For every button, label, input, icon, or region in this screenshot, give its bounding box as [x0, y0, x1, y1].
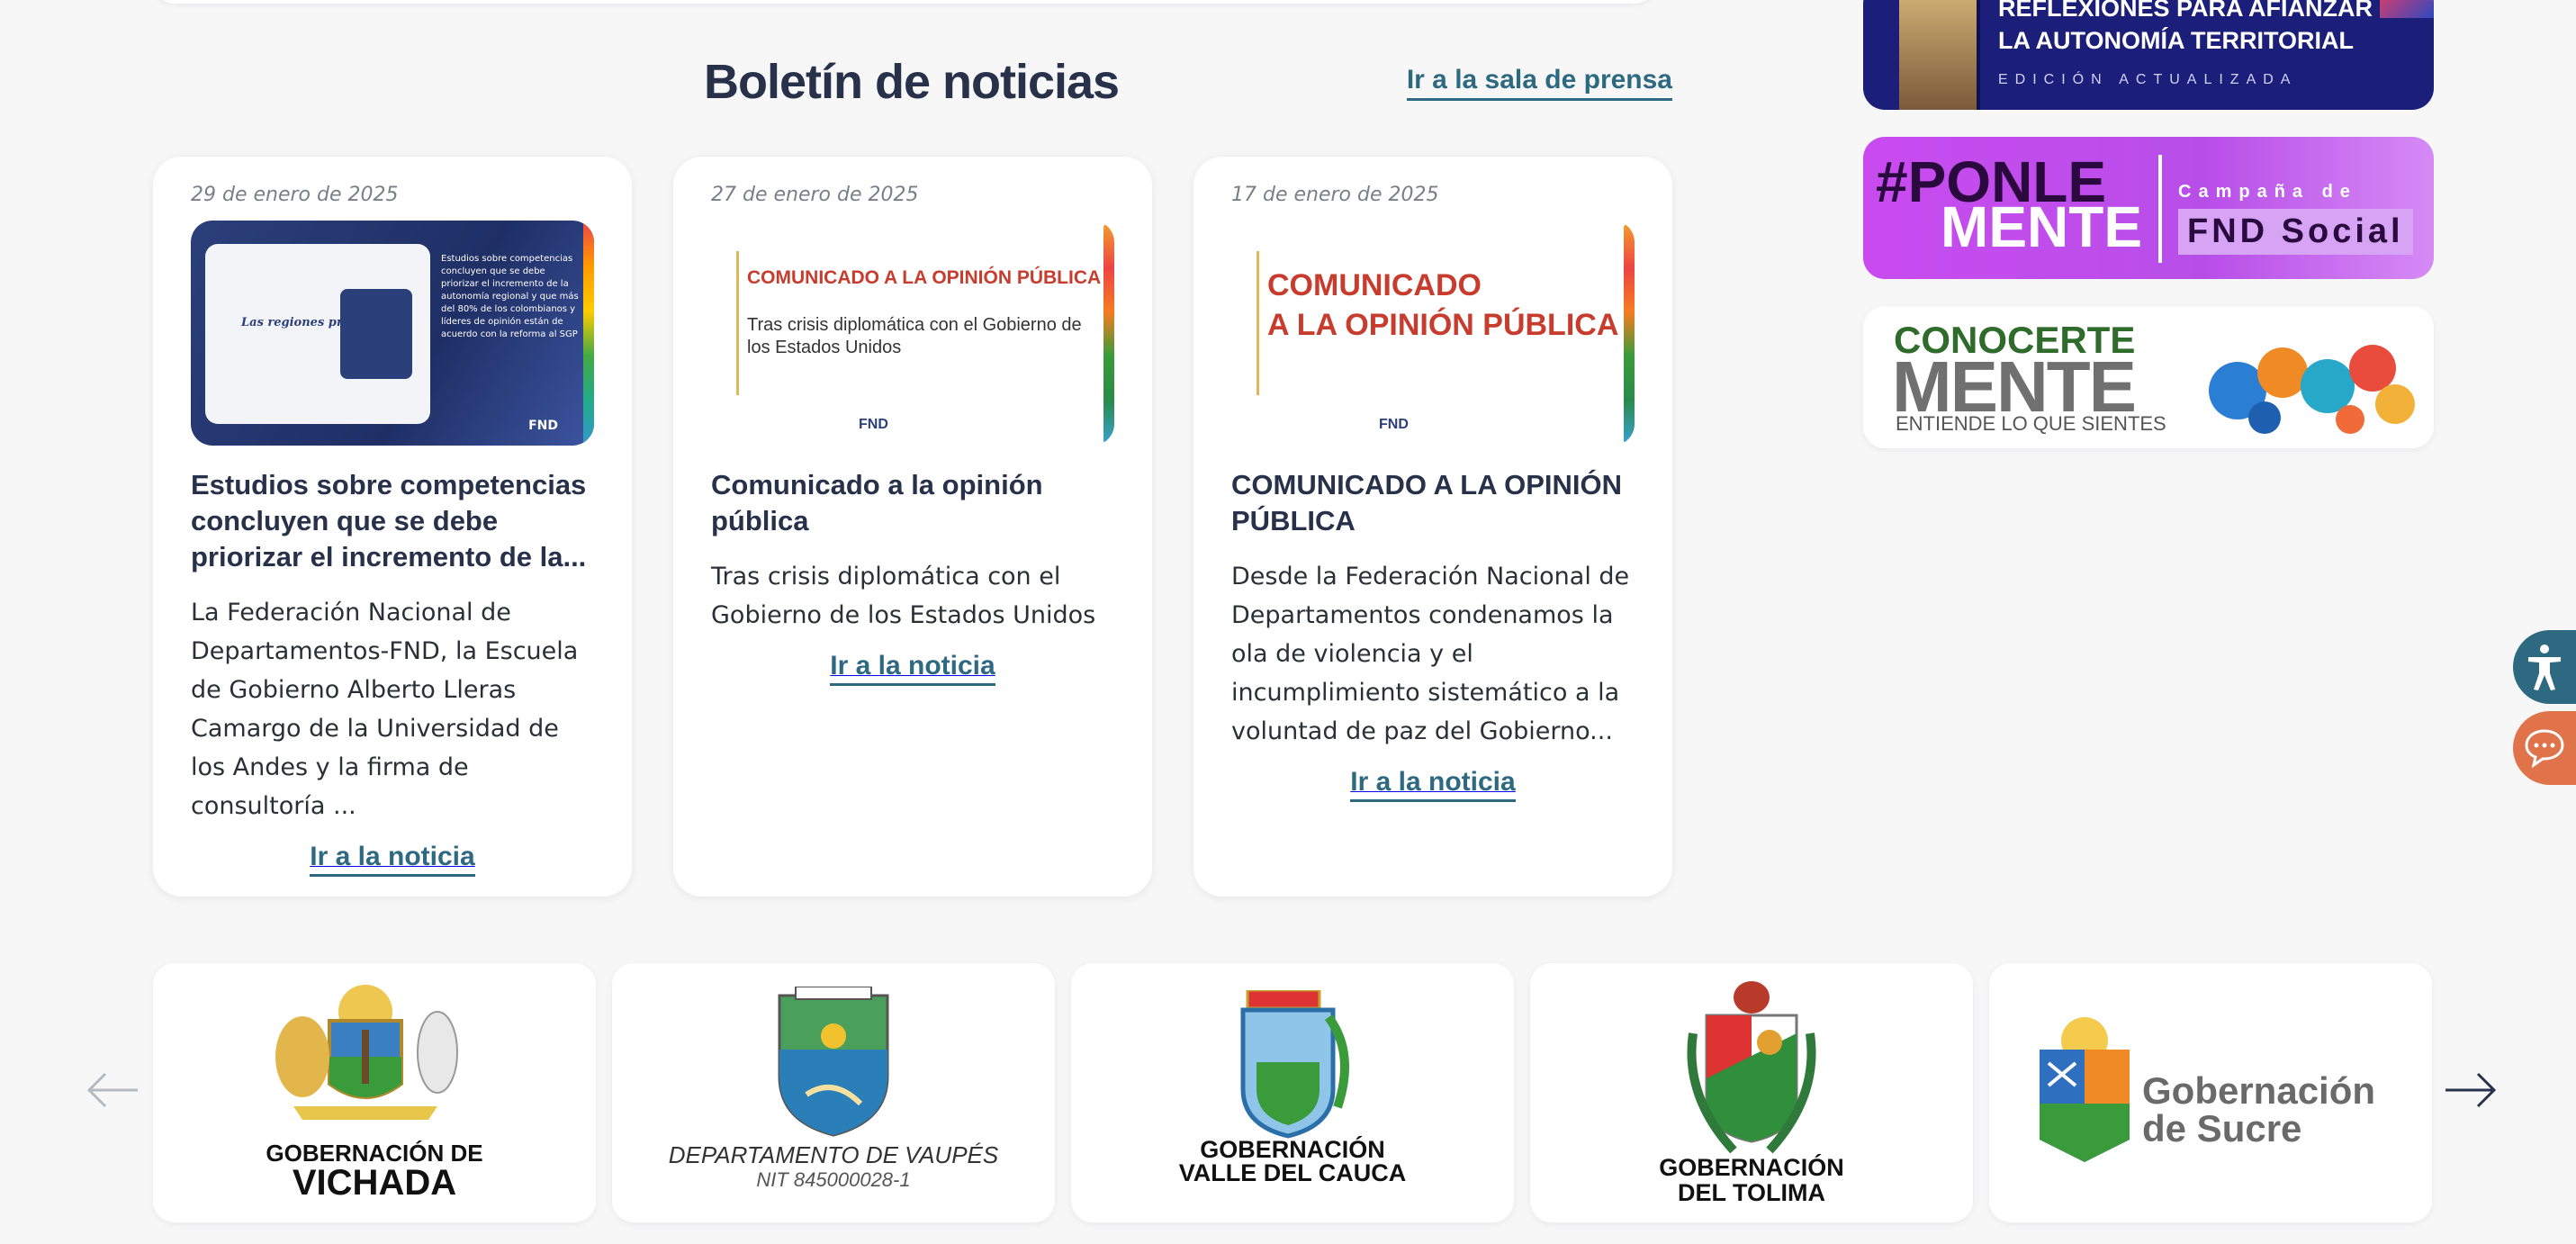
news-summary: Desde la Federación Nacional de Departam…: [1231, 563, 1630, 745]
news-section-title: Boletín de noticias: [704, 55, 1120, 109]
previous-section-card: [153, 0, 1656, 4]
news-image[interactable]: Las regiones proponen Estudios sobre com…: [191, 221, 594, 446]
logo-sucre[interactable]: Gobernación de Sucre: [1989, 963, 2432, 1222]
banner-ponle-mente[interactable]: #PONLE MENTE Campaña de FND Social: [1863, 137, 2434, 279]
government-logo-carousel: GOBERNACIÓN DE VICHADA DEPARTAMENTO DE V…: [0, 963, 2576, 1224]
news-card: 17 de enero de 2025 COMUNICADO A LA OPIN…: [1193, 157, 1672, 897]
news-summary: La Federación Nacional de Departamentos-…: [191, 599, 579, 820]
sucre-shield: [2040, 1017, 2130, 1162]
news-date: 27 de enero de 2025: [711, 184, 919, 206]
carousel-next-button[interactable]: [2439, 1059, 2502, 1122]
valle-del-cauca-shield: [1240, 990, 1349, 1139]
tablet-illustration: Las regiones proponen: [205, 244, 430, 424]
chat-bubble-icon: [2525, 729, 2564, 768]
people-illustration: [2209, 345, 2415, 434]
image-heading: COMUNICADO A LA OPINIÓN PÚBLICA: [747, 267, 1102, 288]
image-subtitle: Tras crisis diplomática con el Gobierno …: [747, 315, 1082, 357]
chat-button[interactable]: [2513, 711, 2576, 785]
vichada-coat-of-arms: [275, 985, 458, 1120]
read-news-link[interactable]: Ir a la noticia: [191, 842, 594, 877]
fnd-logo: FND: [859, 417, 888, 432]
logo-vichada[interactable]: GOBERNACIÓN DE VICHADA: [153, 963, 596, 1222]
news-title[interactable]: Comunicado a la opinión pública: [711, 467, 1114, 539]
news-header: Boletín de noticias Ir a la sala de pren…: [153, 54, 1672, 121]
tolima-coat-of-arms: [1687, 981, 1816, 1154]
press-room-link[interactable]: Ir a la sala de prensa: [1406, 65, 1672, 101]
news-summary: Tras crisis diplomática con el Gobierno …: [711, 563, 1096, 629]
banner-reflexiones[interactable]: REFLEXIONES PARA AFIANZAR LA AUTONOMÍA T…: [1863, 0, 2434, 110]
book-cover-image: [1899, 0, 1980, 110]
news-date: 17 de enero de 2025: [1231, 184, 1439, 206]
news-card: 27 de enero de 2025 COMUNICADO A LA OPIN…: [673, 157, 1152, 897]
logo-valle-del-cauca[interactable]: GOBERNACIÓN VALLE DEL CAUCA: [1071, 963, 1514, 1222]
news-title[interactable]: Estudios sobre competencias concluyen qu…: [191, 467, 594, 575]
image-heading-line1: COMUNICADO: [1267, 268, 1482, 302]
fnd-logo: FND: [528, 419, 558, 433]
image-caption: Estudios sobre competencias concluyen qu…: [441, 254, 579, 339]
read-news-link[interactable]: Ir a la noticia: [711, 651, 1114, 686]
vaupes-shield: [778, 987, 889, 1137]
fnd-logo: FND: [1379, 417, 1409, 432]
logo-tolima[interactable]: GOBERNACIÓN DEL TOLIMA: [1530, 963, 1973, 1222]
accessibility-button[interactable]: [2513, 630, 2576, 704]
arrow-right-icon: [2445, 1072, 2497, 1108]
banner-conocerte-mente[interactable]: CONOCERTE MENTE ENTIENDE LO QUE SIENTES: [1863, 306, 2434, 448]
news-image[interactable]: COMUNICADO A LA OPINIÓN PÚBLICA Tras cri…: [711, 221, 1114, 446]
carousel-prev-button[interactable]: [81, 1059, 144, 1122]
news-image[interactable]: COMUNICADO A LA OPINIÓN PÚBLICA FND: [1231, 221, 1635, 446]
read-news-link[interactable]: Ir a la noticia: [1231, 767, 1635, 802]
news-card: 29 de enero de 2025 Las regiones propone…: [153, 157, 632, 897]
arrow-left-icon: [86, 1072, 138, 1108]
news-title[interactable]: COMUNICADO A LA OPINIÓN PÚBLICA: [1231, 467, 1635, 539]
news-date: 29 de enero de 2025: [191, 184, 399, 206]
logo-vaupes[interactable]: DEPARTAMENTO DE VAUPÉS NIT 845000028-1: [612, 963, 1055, 1222]
image-heading-line2: A LA OPINIÓN PÚBLICA: [1267, 308, 1619, 342]
accessibility-icon: [2528, 645, 2561, 690]
